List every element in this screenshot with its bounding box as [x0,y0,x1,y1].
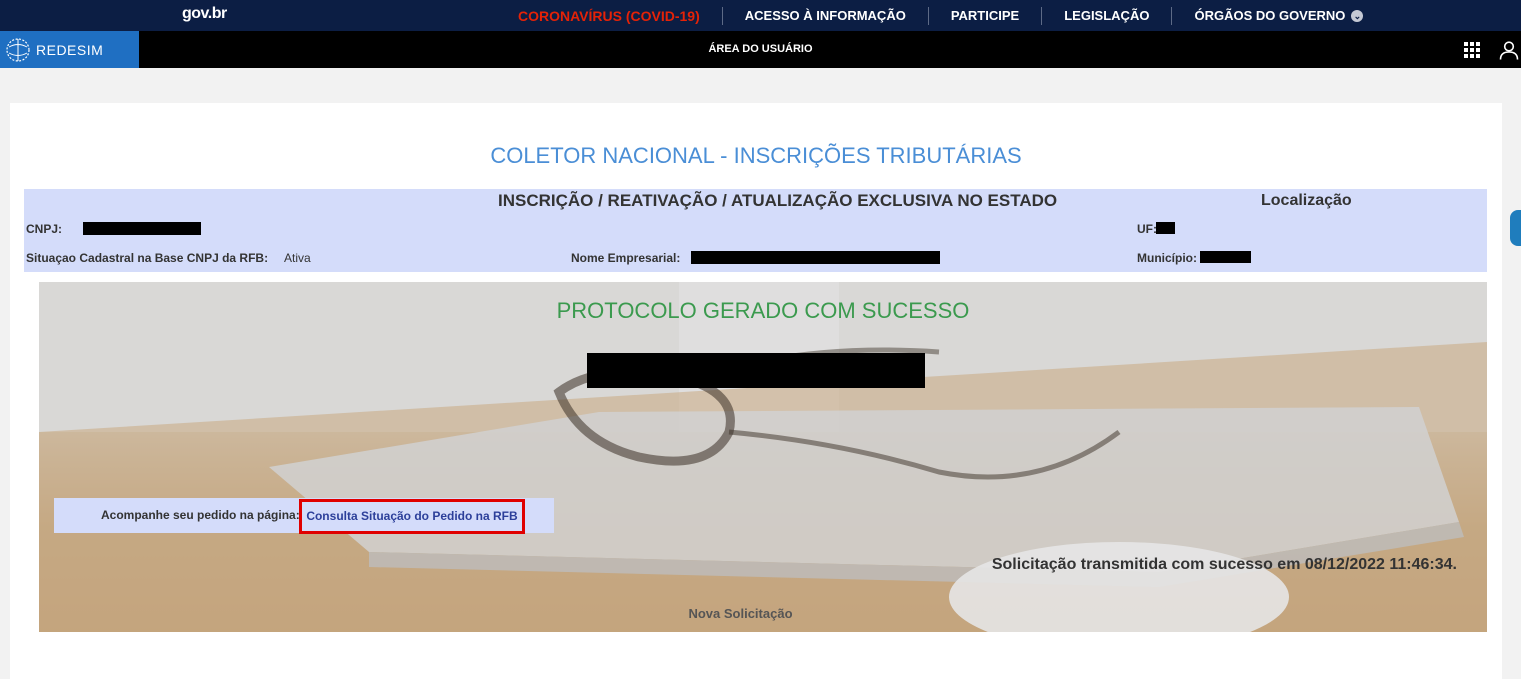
uf-label: UF: [1137,222,1157,236]
success-message: Solicitação transmitida com sucesso em 0… [991,556,1457,573]
background-photo [39,282,1487,632]
redesim-logo-text: REDESIM [36,41,104,58]
gov-nav: CORONAVÍRUS (COVID-19) ACESSO À INFORMAÇ… [518,0,1385,31]
page-title: COLETOR NACIONAL - INSCRIÇÕES TRIBUTÁRIA… [490,143,1022,168]
consulta-situacao-link[interactable]: Consulta Situação do Pedido na RFB [299,499,525,534]
nav-orgaos-governo[interactable]: ÓRGÃOS DO GOVERNO ⌄ [1171,6,1385,25]
protocol-number-redacted [587,353,925,388]
redesim-globe-icon [6,37,30,62]
nav-acesso-informacao[interactable]: ACESSO À INFORMAÇÃO [721,6,928,25]
side-feedback-tab[interactable] [1510,210,1521,246]
cnpj-label: CNPJ: [26,222,63,236]
nome-empresarial-redacted [691,251,940,264]
apps-grid-icon[interactable] [1464,42,1480,58]
gov-header: gov.br CORONAVÍRUS (COVID-19) ACESSO À I… [0,0,1521,31]
situacao-value: Ativa [284,251,311,265]
chevron-down-icon: ⌄ [1351,9,1364,22]
municipio-label: Município: [1137,251,1197,265]
nav-legislacao[interactable]: LEGISLAÇÃO [1041,6,1171,25]
user-icon[interactable] [1499,40,1519,60]
govbr-logo[interactable]: gov.br [182,5,227,23]
redesim-logo[interactable]: REDESIM [0,31,139,68]
nav-participe[interactable]: PARTICIPE [927,6,1041,25]
company-info-box: INSCRIÇÃO / REATIVAÇÃO / ATUALIZAÇÃO EXC… [24,189,1487,272]
area-wrapper: ÁREA DO USUÁRIO [0,31,1521,68]
nova-solicitacao-link[interactable]: Nova Solicitação [39,606,1442,621]
area-do-usuario-link[interactable]: ÁREA DO USUÁRIO [708,43,812,55]
nav-covid[interactable]: CORONAVÍRUS (COVID-19) [518,7,722,25]
nome-empresarial-label: Nome Empresarial: [571,251,681,265]
redesim-header: REDESIM ÁREA DO USUÁRIO [0,31,1521,68]
municipio-redacted [1200,251,1251,263]
protocol-title: PROTOCOLO GERADO COM SUCESSO [556,298,970,323]
main-panel: COLETOR NACIONAL - INSCRIÇÕES TRIBUTÁRIA… [10,103,1502,679]
follow-request-box: Acompanhe seu pedido na página: Consulta… [54,498,554,534]
protocol-panel: PROTOCOLO GERADO COM SUCESSO Acompanhe s… [39,282,1487,632]
info-heading: INSCRIÇÃO / REATIVAÇÃO / ATUALIZAÇÃO EXC… [498,191,1058,210]
follow-label: Acompanhe seu pedido na página: [101,508,300,522]
uf-redacted [1156,222,1175,234]
situacao-label: Situaçao Cadastral na Base CNPJ da RFB: [26,251,269,265]
cnpj-redacted [83,222,201,235]
location-heading: Localização [1261,192,1352,209]
nav-orgaos-label: ÓRGÃOS DO GOVERNO [1194,7,1346,23]
